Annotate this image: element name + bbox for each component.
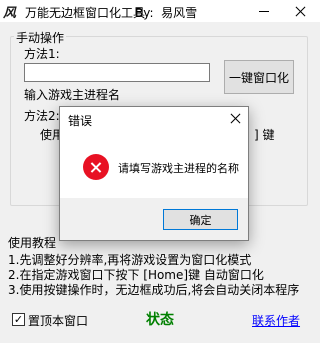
error-dialog: 错误 请填写游戏主进程的名称 确定: [59, 106, 249, 241]
dialog-message: 请填写游戏主进程的名称: [118, 162, 239, 175]
window-author: By: 易风雪: [135, 6, 198, 20]
topmost-label[interactable]: 置顶本窗口: [28, 312, 88, 329]
topmost-checkbox[interactable]: ✓: [12, 313, 25, 326]
dialog-title: 错误: [68, 114, 93, 128]
close-button[interactable]: [284, 0, 316, 22]
window-title: 万能无边框窗口化工具: [25, 6, 146, 20]
checkmark-icon: ✓: [13, 313, 24, 326]
cross-icon: [91, 162, 102, 173]
dialog-footer: 确定: [60, 198, 248, 240]
close-icon: [295, 6, 306, 17]
error-icon: [83, 154, 109, 180]
contact-author-link[interactable]: 联系作者: [252, 312, 300, 329]
manual-group-title: 手动操作: [14, 29, 67, 46]
close-icon: [230, 113, 241, 124]
status-text: 状态: [146, 312, 174, 328]
ok-button[interactable]: 确定: [163, 209, 238, 230]
title-bar: 风 万能无边框窗口化工具 By: 易风雪: [0, 0, 320, 22]
one-click-window-button[interactable]: 一键窗口化: [224, 60, 294, 94]
process-name-input[interactable]: [24, 63, 210, 82]
app-logo-icon: 风: [3, 6, 17, 21]
process-name-hint: 输入游戏主进程名: [24, 88, 121, 102]
method1-label: 方法1:: [24, 47, 60, 61]
dialog-close-button[interactable]: [226, 110, 244, 126]
minimize-button[interactable]: [248, 0, 280, 22]
help-line-3: 3.使用按键操作时，无边框成功后,将会自动关闭本程序: [8, 283, 300, 297]
method2-label: 方法2:: [24, 109, 60, 123]
help-title: 使用教程: [8, 236, 57, 250]
method2-line-end: ] 键: [254, 128, 275, 142]
